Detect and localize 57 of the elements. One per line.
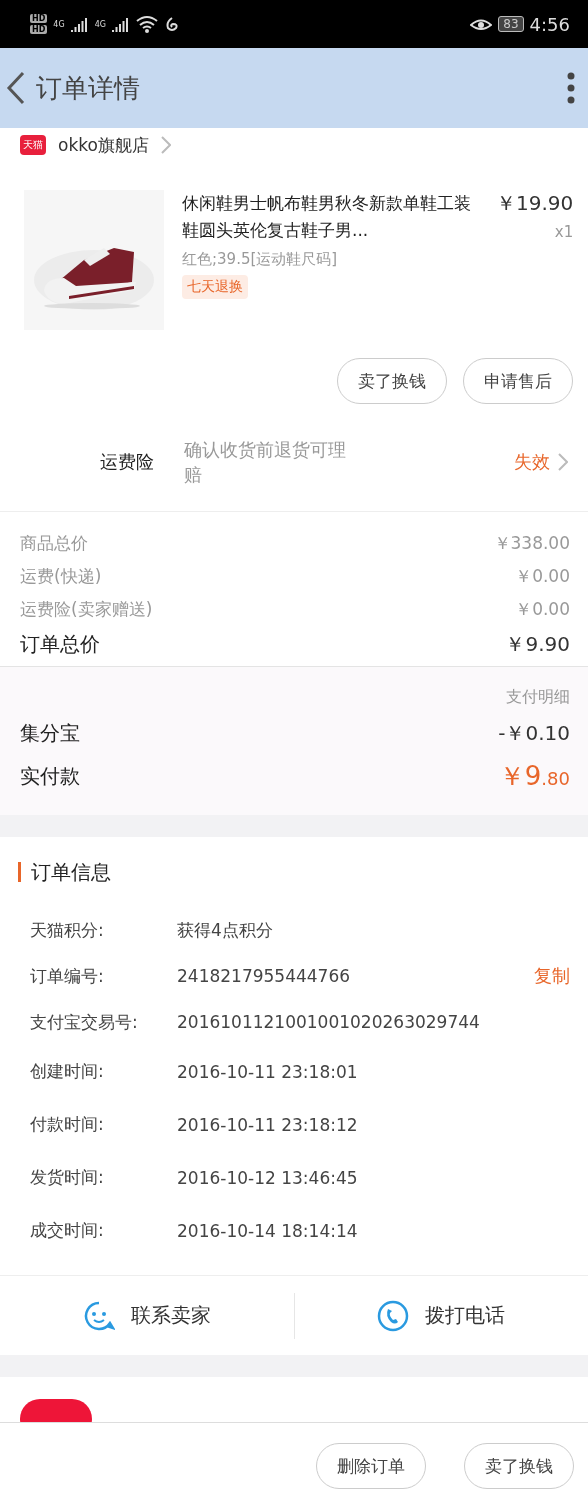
- phone-icon: [377, 1299, 410, 1332]
- product-spec: 红色;39.5[运动鞋尺码]: [182, 250, 339, 269]
- price-value: ￥0.00: [515, 565, 570, 588]
- contact-seller-button[interactable]: 联系卖家: [0, 1298, 294, 1333]
- product-quantity: x1: [554, 223, 574, 241]
- info-value: 获得4点积分: [177, 918, 273, 942]
- payment-label: 集分宝: [20, 720, 80, 747]
- sim-label: HD: [30, 25, 48, 34]
- info-value: 2016-10-11 23:18:01: [177, 1061, 358, 1082]
- info-value: 2016-10-12 13:46:45: [177, 1167, 358, 1188]
- page-title: 订单详情: [36, 71, 141, 105]
- signal-icon: [70, 16, 89, 32]
- order-action-button[interactable]: 删除订单: [316, 1443, 426, 1489]
- return-policy-tag: 七天退换: [182, 275, 248, 299]
- price-value: ￥9.90: [505, 631, 570, 658]
- info-value: 2016101121001001020263029744: [177, 1012, 480, 1032]
- item-action-button[interactable]: 卖了换钱: [337, 358, 447, 404]
- more-menu-icon[interactable]: [566, 72, 576, 104]
- product-title[interactable]: 休闲鞋男士帆布鞋男秋冬新款单鞋工装鞋圆头英伦复古鞋子男...: [182, 190, 478, 244]
- price-label: 订单总价: [20, 631, 100, 658]
- network-label: 4G: [94, 19, 106, 29]
- payment-label: 实付款: [20, 763, 80, 790]
- item-action-button[interactable]: 申请售后: [463, 358, 573, 404]
- signal-icon: [111, 16, 130, 32]
- clock-time: 4:56: [529, 13, 570, 35]
- chat-icon: [82, 1299, 115, 1332]
- insurance-label: 运费险: [100, 449, 155, 474]
- call-button[interactable]: 拨打电话: [294, 1298, 588, 1333]
- battery-indicator: 83: [498, 16, 524, 32]
- price-label: 商品总价: [20, 532, 88, 555]
- store-badge: 天猫: [20, 135, 46, 155]
- order-action-button[interactable]: 卖了换钱: [464, 1443, 574, 1489]
- price-value: ￥338.00: [493, 532, 570, 555]
- insurance-status: 失效: [514, 449, 550, 474]
- info-value: 2016-10-11 23:18:12: [177, 1114, 358, 1135]
- store-name[interactable]: okko旗舰店: [58, 133, 149, 157]
- insurance-description: 确认收货前退货可理赔: [184, 437, 347, 487]
- network-label: 4G: [53, 19, 65, 29]
- info-label: 发货时间:: [30, 1166, 105, 1189]
- info-label: 订单编号:: [30, 964, 105, 988]
- sim-label: HD: [30, 14, 48, 23]
- paid-amount: ￥9.80: [498, 760, 570, 793]
- section-title: 订单信息: [31, 858, 111, 886]
- info-label: 成交时间:: [30, 1219, 105, 1242]
- price-label: 运费险(卖家赠送): [20, 598, 153, 621]
- payment-value: -￥0.10: [498, 720, 570, 747]
- back-icon[interactable]: [6, 71, 26, 105]
- price-label: 运费(快递): [20, 565, 102, 588]
- info-label: 付款时间:: [30, 1113, 105, 1136]
- info-label: 创建时间:: [30, 1060, 105, 1083]
- info-value: 2016-10-14 18:14:14: [177, 1220, 358, 1241]
- price-value: ￥0.00: [515, 598, 570, 621]
- wifi-icon: [135, 15, 158, 33]
- product-price: ￥19.90: [496, 190, 574, 217]
- info-label: 天猫积分:: [30, 918, 105, 942]
- info-value: 2418217955444766: [177, 966, 351, 986]
- info-label: 支付宝交易号:: [30, 1010, 139, 1034]
